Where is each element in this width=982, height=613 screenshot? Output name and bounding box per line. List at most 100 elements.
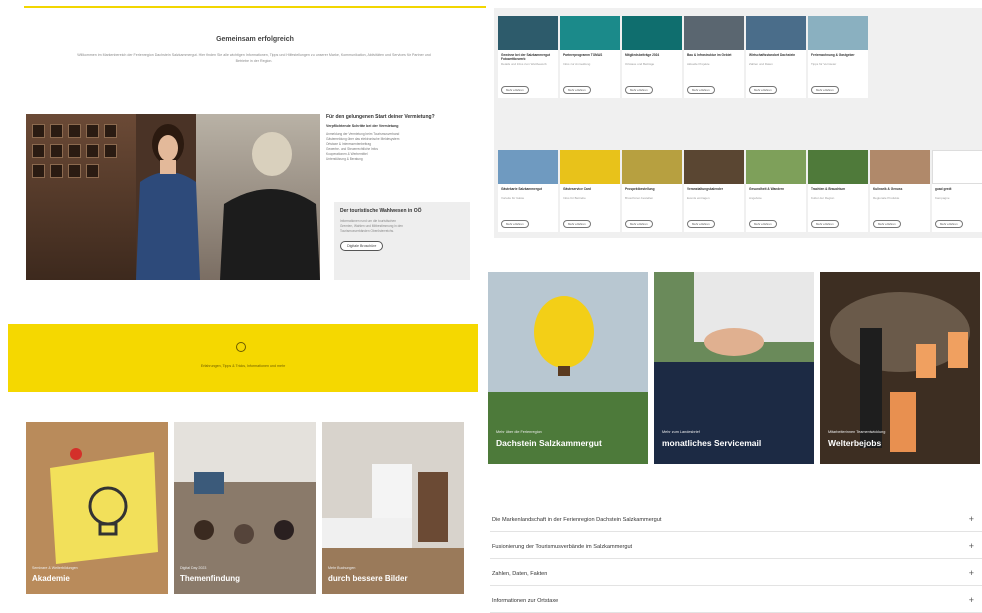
card-title: Partnerprogramm TOMAS	[563, 53, 603, 57]
feature-title: Dachstein Salzkammergut	[496, 438, 602, 448]
info-card[interactable]: Trachten & Brauchtum Kultur der Region Meh…	[808, 150, 868, 232]
card-thumbnail	[808, 150, 868, 184]
side-subtitle: Verpflichtende Schritte bei der Vermietu…	[326, 124, 399, 128]
info-card[interactable]: Gästeservice Card Infos für Betriebe Mehr …	[560, 150, 620, 232]
card-title: Trachten & Brauchtum	[811, 187, 846, 191]
accordion-label: Die Markenlandschaft in der Ferienregion…	[492, 517, 662, 523]
card-text: Infos für Betriebe	[563, 196, 586, 200]
card-text: Kultur der Region	[811, 196, 835, 200]
tile-akademie[interactable]: Seminare & Weiterbildungen Akademie	[26, 422, 168, 594]
tile-subtitle: Seminare & Weiterbildungen	[32, 566, 78, 570]
intro-title: Gemeinsam erfolgreich	[216, 36, 294, 43]
side-line: Unterstützung & Beratung	[326, 157, 363, 161]
plus-icon[interactable]: +	[969, 595, 974, 605]
yellow-banner-text: Erfahrungen, Tipps & Tricks, Information…	[200, 364, 286, 368]
card-thumbnail	[746, 150, 806, 184]
info-card[interactable]: Kulinarik & Genuss Regionale Produkte Mehr…	[870, 150, 930, 232]
card-more-button[interactable]: Mehr erfahren	[749, 86, 777, 94]
accordion-item[interactable]: Informationen zur Ortstaxe +	[490, 591, 982, 613]
tile-subtitle: Mehr Buchungen	[328, 566, 356, 570]
card-text: Details und Infos zum Wettbewerb	[501, 62, 547, 66]
card-thumbnail	[932, 150, 982, 184]
card-title: guad gredt	[935, 187, 952, 191]
card-more-button[interactable]: Mehr erfahren	[625, 86, 653, 94]
key-box	[86, 124, 99, 138]
card-more-button[interactable]: Mehr erfahren	[935, 220, 963, 228]
key-box	[32, 124, 45, 138]
info-card[interactable]: Gästekarte Salzkammergut Vorteile für Gäs…	[498, 150, 558, 232]
card-title: Mitgliedsbeiträge 2024	[625, 53, 660, 57]
accordion-item[interactable]: Fusionierung der Tourismusverbände im Sa…	[490, 537, 982, 559]
card-text: Infos zur Anmeldung	[563, 62, 591, 66]
card-thumbnail	[746, 16, 806, 50]
info-card[interactable]: Gesundheit & Wandern Angebote Mehr erfahre…	[746, 150, 806, 232]
card-more-button[interactable]: Mehr erfahren	[873, 220, 901, 228]
feature-subtitle: Mehr zum Landesbrief	[662, 430, 700, 434]
yellow-banner	[8, 324, 478, 392]
wahlwesen-card: Der touristische Wahlwesen in OÖ Informa…	[334, 202, 470, 280]
card-more-button[interactable]: Mehr erfahren	[501, 220, 529, 228]
card-thumbnail	[498, 150, 558, 184]
card-more-button[interactable]: Mehr erfahren	[687, 220, 715, 228]
tile-bessere-bilder[interactable]: Mehr Buchungen durch bessere Bilder	[322, 422, 464, 594]
info-card[interactable]: Partnerprogramm TOMAS Infos zur Anmeldung…	[560, 16, 620, 98]
tile-title: durch bessere Bilder	[328, 574, 408, 583]
feature-dachstein[interactable]: Mehr über die Ferienregion Dachstein Sal…	[488, 272, 648, 464]
card-title: Gästekarte Salzkammergut	[501, 187, 542, 191]
info-card[interactable]: Gewinne bei der Salzkammergut Fotowettbe…	[498, 16, 558, 98]
feature-title: monatliches Servicemail	[662, 438, 762, 448]
key-box	[68, 144, 81, 158]
info-card[interactable]: Bau & Infrastruktur im Gebiet Aktuelle Pr…	[684, 16, 744, 98]
plus-icon[interactable]: +	[969, 514, 974, 524]
card-more-button[interactable]: Mehr erfahren	[811, 220, 839, 228]
card-thumbnail	[560, 150, 620, 184]
accordion-item[interactable]: Die Markenlandschaft in der Ferienregion…	[490, 510, 982, 532]
card-title: Gewinne bei der Salzkammergut Fotowettbe…	[501, 53, 551, 61]
card-thumbnail	[498, 16, 558, 50]
balloon-photo	[488, 272, 648, 464]
card-text: Vorteile für Gäste	[501, 196, 525, 200]
card-text: Ortstaxe und Beiträge	[625, 62, 655, 66]
tile-themenfindung[interactable]: Digital Day 2023 Themenfindung	[174, 422, 316, 594]
info-card[interactable]: Wirtschaftsstandort Dachstein Zahlen und …	[746, 16, 806, 98]
accordion-label: Zahlen, Daten, Fakten	[492, 571, 548, 577]
card-more-button[interactable]: Mehr erfahren	[563, 220, 591, 228]
card-thumbnail	[870, 150, 930, 184]
card-text: Broschüren bestellen	[625, 196, 654, 200]
side-title: Für den gelungenen Start deiner Vermietu…	[326, 114, 435, 120]
feature-welterbejobs[interactable]: Mitarbeiterinnen Teamentwicklung Welterb…	[820, 272, 980, 464]
card-more-button[interactable]: Mehr erfahren	[811, 86, 839, 94]
feature-subtitle: Mehr über die Ferienregion	[496, 430, 542, 434]
card-more-button[interactable]: Mehr erfahren	[625, 220, 653, 228]
feature-servicemail[interactable]: Mehr zum Landesbrief monatliches Service…	[654, 272, 814, 464]
feature-subtitle: Mitarbeiterinnen Teamentwicklung	[828, 430, 886, 434]
info-card[interactable]: Prospektbestellung Broschüren bestellen Me…	[622, 150, 682, 232]
card-more-button[interactable]: Mehr erfahren	[687, 86, 715, 94]
card-text: Zahlen und Daten	[749, 62, 773, 66]
card-more-button[interactable]: Mehr erfahren	[501, 86, 529, 94]
card-more-button[interactable]: Mehr erfahren	[563, 86, 591, 94]
card-title: Gästeservice Card	[563, 187, 591, 191]
card-thumbnail	[622, 16, 682, 50]
info-card[interactable]: Veranstaltungskalender Events eintragen Me…	[684, 150, 744, 232]
card-text: Kampagne	[935, 196, 950, 200]
plus-icon[interactable]: +	[969, 541, 974, 551]
digital-brochure-button[interactable]: Digitale Broschüre	[340, 241, 384, 251]
key-box	[68, 124, 81, 138]
card-more-button[interactable]: Mehr erfahren	[749, 220, 777, 228]
card-title: Prospektbestellung	[625, 187, 655, 191]
accordion-label: Informationen zur Ortstaxe	[492, 598, 559, 604]
info-card[interactable]: guad gredt Kampagne Mehr erfahren	[932, 150, 982, 232]
key-box	[32, 144, 45, 158]
key-box	[50, 164, 63, 178]
accordion-item[interactable]: Zahlen, Daten, Fakten +	[490, 564, 982, 586]
plus-icon[interactable]: +	[969, 568, 974, 578]
side-info: Für den gelungenen Start deiner Vermietu…	[326, 114, 472, 162]
card-text: Angebote	[749, 196, 762, 200]
top-divider	[24, 6, 486, 8]
info-card[interactable]: Mitgliedsbeiträge 2024 Ortstaxe und Beitr…	[622, 16, 682, 98]
card-thumbnail	[622, 150, 682, 184]
info-card[interactable]: Ferienwohnung & Gastgeber Tipps für Vermi…	[808, 16, 868, 98]
card-line: Tourismusverbänden Oberösterreichs.	[340, 229, 395, 233]
key-box	[86, 144, 99, 158]
